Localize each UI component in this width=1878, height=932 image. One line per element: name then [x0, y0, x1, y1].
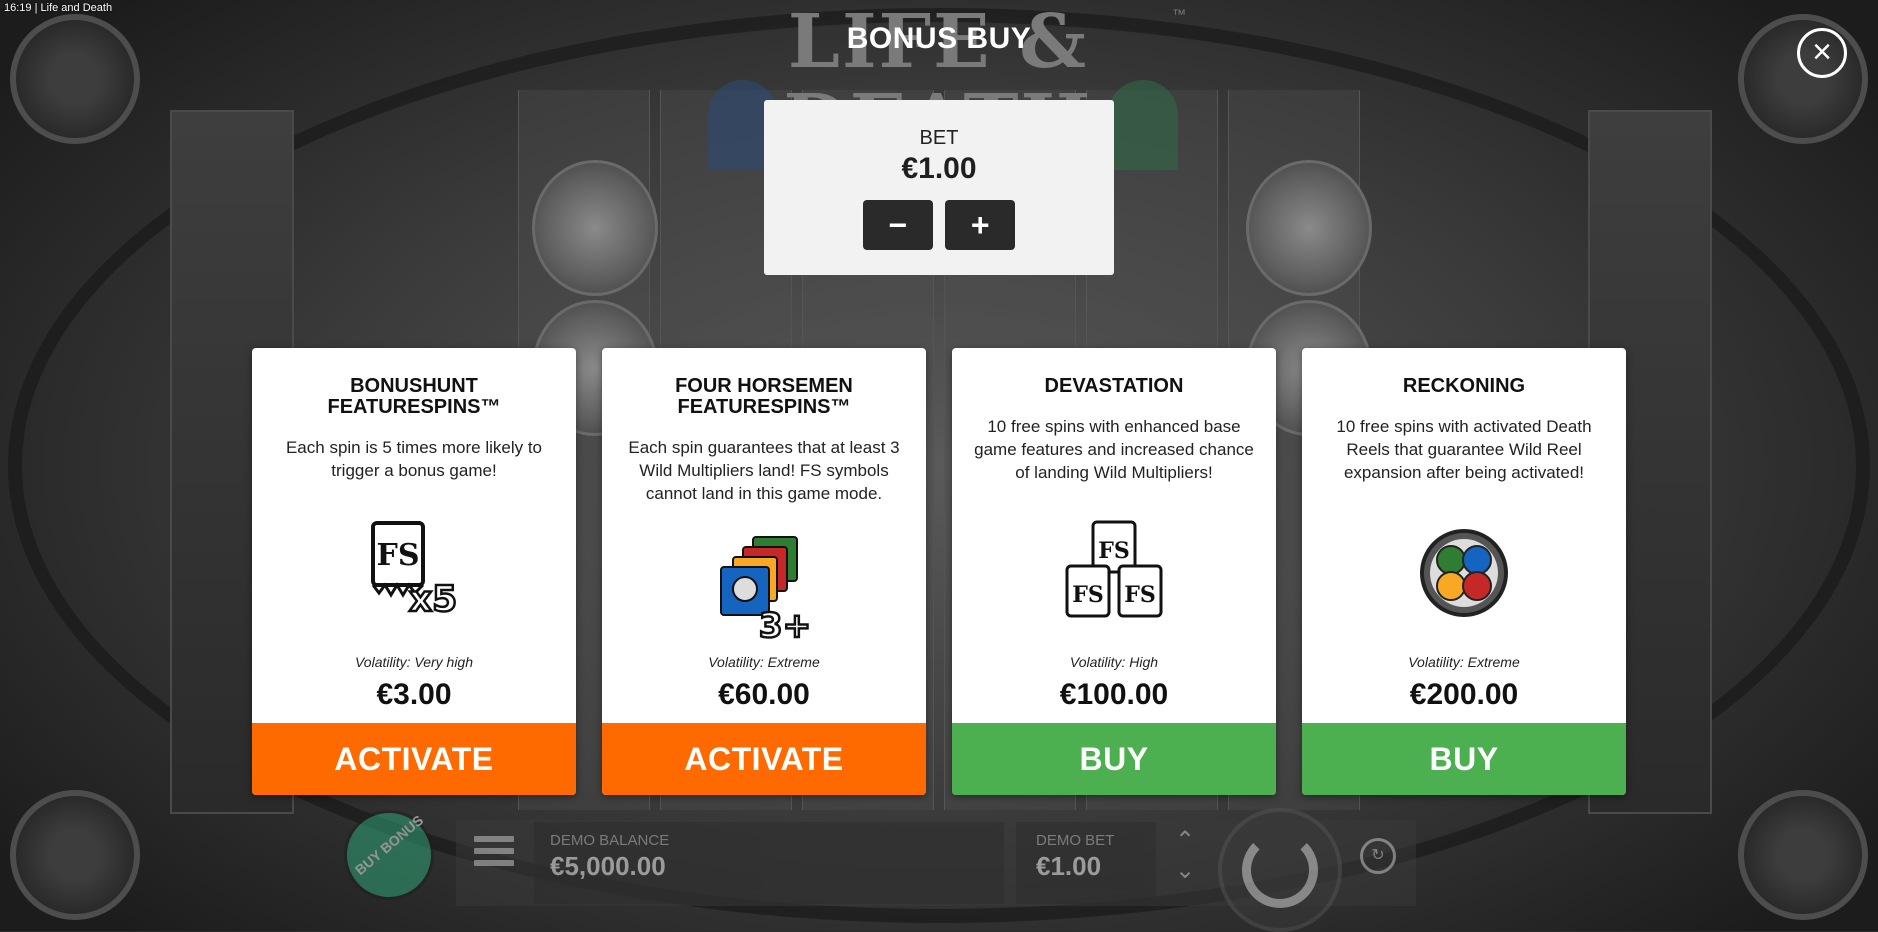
card-description: Each spin is 5 times more likely to trig… [285, 438, 543, 480]
card-price: €60.00 [718, 678, 810, 711]
menu-icon[interactable] [474, 836, 514, 872]
status-bar: 16:19 | Life and Death [4, 2, 112, 14]
stained-glass-medallion-icon [1420, 529, 1508, 617]
card-description: 10 free spins with activated Death Reels… [1336, 417, 1592, 482]
card-title: FOUR HORSEMEN FEATURESPINS™ [675, 375, 853, 418]
activate-button[interactable]: ACTIVATE [252, 723, 576, 795]
demo-balance-box: DEMO BALANCE €5,000.00 [534, 822, 1004, 904]
fs-x5-icon: FS x5 [371, 521, 458, 621]
stained-window [1108, 80, 1178, 170]
card-volatility: Volatility: Extreme [1408, 654, 1520, 670]
bet-panel: BET €1.00 − + [764, 100, 1114, 275]
svg-text:x5: x5 [409, 579, 457, 620]
card-volatility: Volatility: Extreme [708, 654, 820, 670]
svg-text:FS: FS [377, 538, 420, 573]
card-title: BONUSHUNT FEATURESPINS™ [327, 375, 501, 418]
card-volatility: Volatility: High [1069, 654, 1159, 670]
activate-button[interactable]: ACTIVATE [602, 723, 926, 795]
corner-ornament [1738, 790, 1868, 920]
chevron-up-icon[interactable]: ⌃ [1170, 826, 1200, 856]
demo-balance-label: DEMO BALANCE [550, 832, 670, 849]
status-time: 16:19 [4, 2, 32, 14]
spin-icon [1242, 832, 1318, 908]
bonus-card-devastation: DEVASTATION 10 free spins with enhanced … [952, 348, 1276, 795]
buy-button[interactable]: BUY [952, 723, 1276, 795]
bet-value: €1.00 [901, 152, 977, 185]
svg-text:FS: FS [1124, 582, 1156, 608]
bonus-card-bonushunt: BONUSHUNT FEATURESPINS™ Each spin is 5 t… [252, 348, 576, 795]
chevron-down-icon[interactable]: ⌄ [1170, 856, 1200, 886]
card-price: €100.00 [1059, 678, 1169, 711]
bet-increase-button[interactable]: + [945, 200, 1016, 250]
autoplay-icon[interactable]: ↻ [1360, 838, 1396, 874]
bet-stepper-arrows[interactable]: ⌃ ⌄ [1170, 826, 1200, 886]
corner-ornament [10, 790, 140, 920]
close-icon[interactable]: × [1797, 28, 1847, 78]
fs-triple-icon: FS FS FS [1065, 520, 1163, 618]
card-price: €200.00 [1409, 678, 1519, 711]
spin-button[interactable] [1218, 808, 1342, 932]
card-title: DEVASTATION [1044, 375, 1184, 397]
card-volatility: Volatility: Very high [354, 654, 473, 670]
demo-bet-box: DEMO BET €1.00 [1016, 822, 1156, 904]
buy-bonus-label: BUY BONUS [351, 811, 427, 879]
svg-text:FS: FS [1072, 582, 1104, 608]
buy-bonus-button[interactable]: BUY BONUS [344, 810, 434, 900]
status-app-name: Life and Death [40, 2, 113, 14]
bonus-card-reckoning: RECKONING 10 free spins with activated D… [1302, 348, 1626, 795]
card-description: 10 free spins with enhanced base game fe… [974, 417, 1254, 482]
bonus-card-four-horsemen: FOUR HORSEMEN FEATURESPINS™ Each spin gu… [602, 348, 926, 795]
demo-bet-value: €1.00 [1036, 851, 1102, 881]
svg-text:FS: FS [1098, 538, 1130, 564]
bet-decrease-button[interactable]: − [862, 200, 933, 250]
card-title: RECKONING [1402, 375, 1526, 397]
buy-button[interactable]: BUY [1302, 723, 1626, 795]
card-price: €3.00 [376, 678, 452, 711]
face-medallion [1246, 160, 1372, 296]
demo-balance-value: €5,000.00 [550, 851, 666, 881]
trademark-mark: ™ [1172, 6, 1186, 22]
horsemen-3plus-icon: 3+ [720, 536, 812, 643]
bet-label: BET [919, 127, 959, 149]
face-medallion [532, 160, 658, 296]
svg-text:3+: 3+ [759, 606, 811, 643]
card-description: Each spin guarantees that at least 3 Wil… [628, 438, 900, 503]
demo-bet-label: DEMO BET [1036, 832, 1115, 849]
modal-title: BONUS BUY [846, 22, 1032, 55]
